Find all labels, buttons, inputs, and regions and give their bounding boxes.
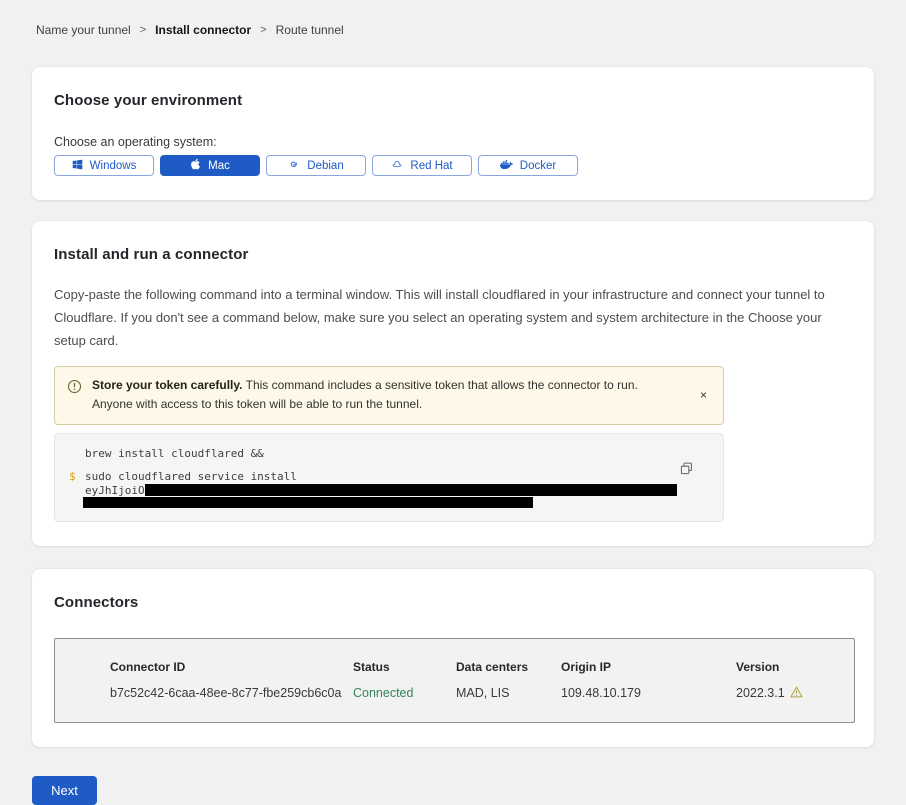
connectors-table: Connector ID Status Data centers Origin … bbox=[54, 638, 855, 723]
copy-icon[interactable] bbox=[678, 460, 695, 480]
connector-card: Install and run a connector Copy-paste t… bbox=[32, 221, 874, 546]
status-badge: Connected bbox=[353, 686, 456, 700]
warning-triangle-icon bbox=[790, 686, 803, 701]
breadcrumb-separator: > bbox=[260, 24, 266, 36]
redhat-icon bbox=[391, 158, 403, 173]
close-icon[interactable]: × bbox=[696, 386, 711, 404]
windows-icon bbox=[72, 159, 83, 173]
token-warning-text: Store your token carefully. This command… bbox=[92, 376, 652, 414]
connectors-card-title: Connectors bbox=[54, 594, 852, 611]
os-select-label: Choose an operating system: bbox=[54, 135, 852, 149]
os-button-docker[interactable]: Docker bbox=[478, 155, 578, 176]
breadcrumb-separator: > bbox=[140, 24, 146, 36]
apple-icon bbox=[190, 158, 201, 173]
next-button[interactable]: Next bbox=[32, 776, 97, 805]
breadcrumb: Name your tunnel > Install connector > R… bbox=[0, 0, 906, 37]
breadcrumb-name-your-tunnel[interactable]: Name your tunnel bbox=[36, 23, 131, 37]
environment-card-title: Choose your environment bbox=[54, 92, 852, 109]
command-line-brew: brew install cloudflared && bbox=[85, 447, 709, 460]
column-header-connector-id: Connector ID bbox=[110, 660, 353, 674]
os-button-label: Docker bbox=[520, 160, 556, 172]
breadcrumb-route-tunnel[interactable]: Route tunnel bbox=[276, 23, 344, 37]
info-circle-icon bbox=[67, 379, 82, 400]
version-number: 2022.3.1 bbox=[736, 686, 785, 700]
os-button-mac[interactable]: Mac bbox=[160, 155, 260, 176]
connector-id-value: b7c52c42-6caa-48ee-8c77-fbe259cb6c0a bbox=[110, 686, 353, 700]
token-line: eyJhIjoiO bbox=[85, 484, 709, 497]
os-button-debian[interactable]: Debian bbox=[266, 155, 366, 176]
column-header-version: Version bbox=[736, 660, 854, 674]
install-command-codeblock[interactable]: brew install cloudflared && $ sudo cloud… bbox=[54, 433, 724, 522]
os-button-group: Windows Mac Debian Red Hat Docker bbox=[54, 155, 852, 176]
environment-card: Choose your environment Choose an operat… bbox=[32, 67, 874, 200]
os-button-label: Red Hat bbox=[410, 160, 452, 172]
token-redaction-bar bbox=[145, 484, 677, 496]
connectors-card: Connectors Connector ID Status Data cent… bbox=[32, 569, 874, 747]
shell-prompt: $ bbox=[69, 470, 85, 483]
docker-icon bbox=[500, 159, 513, 173]
connector-description: Copy-paste the following command into a … bbox=[54, 284, 849, 352]
breadcrumb-install-connector[interactable]: Install connector bbox=[155, 23, 251, 37]
data-centers-value: MAD, LIS bbox=[456, 686, 561, 700]
token-warning-banner: Store your token carefully. This command… bbox=[54, 366, 724, 424]
os-button-label: Debian bbox=[307, 160, 343, 172]
token-line-2 bbox=[83, 497, 709, 511]
origin-ip-value: 109.48.10.179 bbox=[561, 686, 736, 700]
debian-icon bbox=[288, 158, 300, 173]
command-line-sudo: $ sudo cloudflared service install bbox=[69, 470, 709, 483]
os-button-label: Mac bbox=[208, 160, 230, 172]
os-button-windows[interactable]: Windows bbox=[54, 155, 154, 176]
os-button-label: Windows bbox=[90, 160, 137, 172]
column-header-data-centers: Data centers bbox=[456, 660, 561, 674]
connector-card-title: Install and run a connector bbox=[54, 246, 852, 263]
token-redaction-bar bbox=[83, 497, 533, 508]
column-header-origin-ip: Origin IP bbox=[561, 660, 736, 674]
token-prefix: eyJhIjoiO bbox=[85, 484, 145, 497]
token-warning-title: Store your token carefully. bbox=[92, 378, 243, 392]
sudo-command-text: sudo cloudflared service install bbox=[85, 470, 297, 483]
column-header-status: Status bbox=[353, 660, 456, 674]
version-value: 2022.3.1 bbox=[736, 686, 854, 701]
os-button-redhat[interactable]: Red Hat bbox=[372, 155, 472, 176]
